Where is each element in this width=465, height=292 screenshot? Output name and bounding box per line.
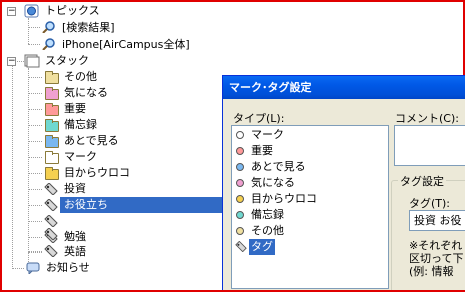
type-label: タイプ(L):: [233, 112, 285, 125]
tree-item-tag-study[interactable]: 勉強: [62, 229, 88, 245]
tag-group-label: タグ設定: [398, 173, 446, 189]
speech-bubble-icon: [26, 262, 40, 274]
tree-item-important[interactable]: 重要: [62, 101, 88, 117]
color-dot-icon: [236, 227, 244, 235]
tag-icon: [44, 199, 58, 211]
search-icon: [42, 21, 55, 33]
collapse-toggle-topics[interactable]: −: [7, 7, 16, 16]
tree-item-later[interactable]: あとで見る: [62, 133, 121, 149]
folder-icon: [45, 119, 59, 132]
collapse-toggle-stack[interactable]: −: [7, 57, 16, 66]
tree-item-iphone[interactable]: iPhone[AirCampus全体]: [60, 37, 192, 53]
folder-icon: [45, 71, 59, 84]
tree-item-topics[interactable]: トピックス: [43, 3, 102, 19]
tag-icon: [44, 245, 58, 257]
color-dot-icon: [236, 163, 244, 171]
tree-item-search-results[interactable]: [検索結果]: [60, 20, 117, 36]
mark-tag-dialog: マーク･タグ設定 タイプ(L): コメント(C): マーク 重要 あとで見る 気…: [222, 75, 465, 292]
tag-icon: [44, 215, 58, 227]
folder-icon: [45, 135, 59, 148]
folder-icon: [45, 103, 59, 116]
dialog-title[interactable]: マーク･タグ設定: [223, 76, 465, 99]
tree-item-stack[interactable]: スタック: [43, 53, 91, 69]
tag-field-label: タグ(T):: [409, 197, 451, 210]
tag-icon: [235, 241, 247, 252]
tree-item-tag-investment[interactable]: 投資: [62, 181, 88, 197]
tree-item-tag-useful[interactable]: お役立ち: [60, 197, 224, 213]
tree-item-tag-english[interactable]: 英語: [62, 244, 88, 260]
tag-icon: [44, 183, 58, 195]
folder-icon: [45, 167, 59, 180]
color-dot-icon: [236, 195, 244, 203]
search-icon: [42, 38, 55, 50]
color-dot-icon: [236, 147, 244, 155]
tree-item-notices[interactable]: お知らせ: [44, 260, 92, 276]
color-dot-icon: [236, 211, 244, 219]
color-dot-icon: [236, 131, 244, 139]
tree-item-tag-3[interactable]: [62, 213, 66, 229]
folder-icon: [45, 151, 59, 164]
type-listbox[interactable]: マーク 重要 あとで見る 気になる 目からウロコ 備忘録 その他 タグ: [231, 125, 389, 289]
comment-label: コメント(C):: [395, 112, 459, 125]
tree-item-mark[interactable]: マーク: [62, 149, 99, 165]
tree-item-memo[interactable]: 備忘録: [62, 117, 99, 133]
stack-icon: [24, 54, 40, 68]
topics-icon: [24, 4, 39, 18]
tree-item-eye-opener[interactable]: 目からウロコ: [62, 165, 132, 181]
tree-item-interested[interactable]: 気になる: [62, 85, 110, 101]
color-dot-icon: [236, 179, 244, 187]
tag-input[interactable]: 投資 お役: [409, 210, 465, 231]
folder-icon: [45, 87, 59, 100]
tag-note-line-3: (例: 情報: [409, 265, 454, 278]
comment-field[interactable]: [394, 125, 465, 166]
tree-item-other[interactable]: その他: [62, 69, 99, 85]
tag-icon: [44, 228, 58, 240]
